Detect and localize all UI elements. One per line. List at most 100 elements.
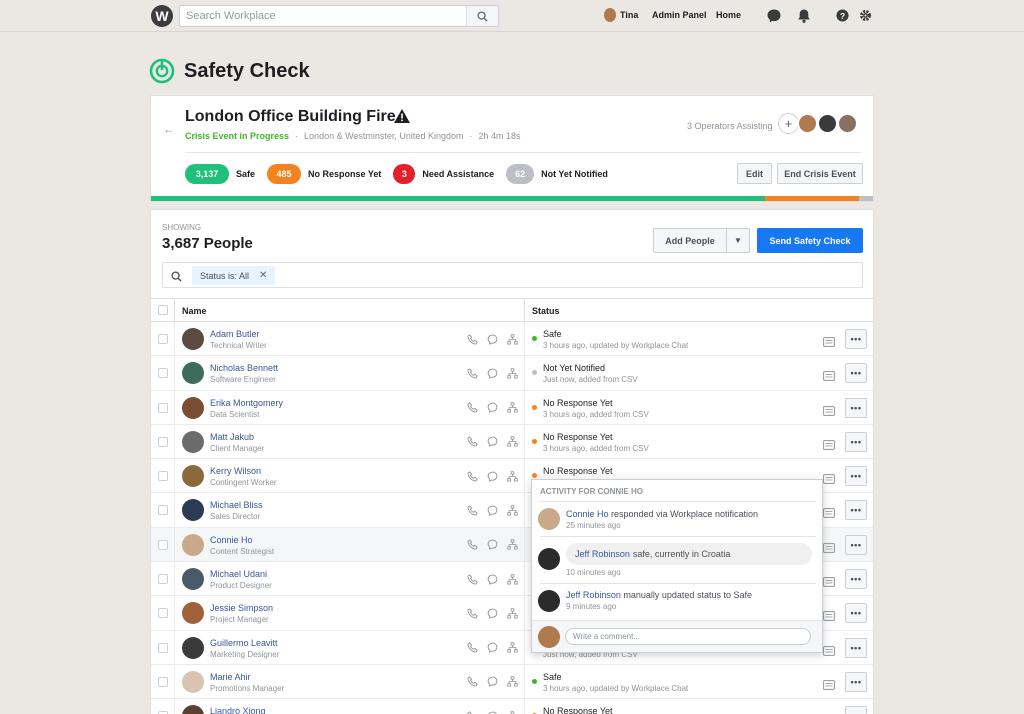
- message-icon[interactable]: [486, 607, 498, 619]
- phone-icon[interactable]: [466, 710, 478, 714]
- org-chart-icon[interactable]: [506, 470, 518, 482]
- table-row[interactable]: Erika Montgomery Data Scientist No Respons…: [151, 390, 873, 425]
- more-options-button[interactable]: •••: [845, 397, 867, 418]
- avatar[interactable]: [182, 533, 204, 556]
- col-status[interactable]: Status: [532, 306, 560, 316]
- count-pill[interactable]: 485: [267, 164, 302, 184]
- row-checkbox[interactable]: [158, 539, 168, 550]
- person-name-link[interactable]: Marie Ahir: [210, 672, 251, 682]
- avatar[interactable]: [182, 636, 204, 659]
- table-row[interactable]: Liandro Xiong No Response Yet •••: [151, 699, 873, 714]
- row-checkbox[interactable]: [158, 505, 168, 516]
- message-icon[interactable]: [486, 470, 498, 482]
- person-name-link[interactable]: Michael Udani: [210, 569, 267, 579]
- nav-home[interactable]: Home: [716, 10, 741, 20]
- org-chart-icon[interactable]: [506, 367, 518, 379]
- org-chart-icon[interactable]: [506, 676, 518, 688]
- message-icon[interactable]: [486, 710, 498, 714]
- person-name-link[interactable]: Liandro Xiong: [210, 706, 266, 714]
- activity-log-icon[interactable]: [823, 403, 835, 421]
- org-chart-icon[interactable]: [506, 333, 518, 345]
- help-icon[interactable]: ?: [834, 7, 851, 24]
- person-name-link[interactable]: Kerry Wilson: [210, 466, 261, 476]
- person-name-link[interactable]: Guillermo Leavitt: [210, 638, 278, 648]
- row-checkbox[interactable]: [158, 436, 168, 447]
- person-name-link[interactable]: Adam Butler: [210, 329, 260, 339]
- avatar[interactable]: [182, 362, 204, 385]
- message-icon[interactable]: [486, 436, 498, 448]
- filter-bar[interactable]: Status is: All ✕: [162, 262, 863, 288]
- activity-user-link[interactable]: Jeff Robinson: [575, 549, 630, 559]
- nav-admin-panel[interactable]: Admin Panel: [652, 10, 707, 20]
- more-options-button[interactable]: •••: [845, 534, 867, 555]
- more-options-button[interactable]: •••: [845, 603, 867, 624]
- activity-log-icon[interactable]: [823, 574, 835, 592]
- activity-log-icon[interactable]: [823, 540, 835, 558]
- more-options-button[interactable]: •••: [845, 671, 867, 692]
- avatar[interactable]: [182, 602, 204, 625]
- org-chart-icon[interactable]: [506, 607, 518, 619]
- gear-icon[interactable]: [857, 7, 874, 24]
- count-pill[interactable]: 3: [393, 164, 416, 184]
- chevron-down-icon[interactable]: ▼: [727, 229, 749, 252]
- person-name-link[interactable]: Jessie Simpson: [210, 603, 273, 613]
- row-checkbox[interactable]: [158, 402, 168, 413]
- table-row[interactable]: Marie Ahir Promotions Manager Safe 3 hours …: [151, 664, 873, 700]
- avatar[interactable]: [182, 328, 204, 350]
- back-arrow-icon[interactable]: ←: [163, 122, 175, 136]
- activity-log-icon[interactable]: [823, 677, 835, 695]
- phone-icon[interactable]: [466, 642, 478, 654]
- count-label[interactable]: Not Yet Notified: [541, 169, 608, 179]
- message-icon[interactable]: [486, 333, 498, 345]
- edit-button[interactable]: Edit: [737, 163, 772, 184]
- table-row[interactable]: Adam Butler Technical Writer Safe 3 hours a…: [151, 322, 873, 357]
- activity-log-icon[interactable]: [823, 505, 835, 523]
- message-icon[interactable]: [486, 539, 498, 551]
- count-label[interactable]: Need Assistance: [422, 169, 494, 179]
- avatar[interactable]: [182, 396, 204, 419]
- org-chart-icon[interactable]: [506, 504, 518, 516]
- activity-user-link[interactable]: Connie Ho: [566, 509, 609, 519]
- workplace-logo[interactable]: W: [151, 5, 173, 27]
- message-icon[interactable]: [486, 367, 498, 379]
- end-crisis-button[interactable]: End Crisis Event: [777, 163, 863, 184]
- org-chart-icon[interactable]: [506, 710, 518, 714]
- more-options-button[interactable]: •••: [845, 500, 867, 521]
- org-chart-icon[interactable]: [506, 436, 518, 448]
- select-all-checkbox[interactable]: [158, 305, 168, 315]
- table-row[interactable]: Nicholas Bennett Software Engineer Not Yet…: [151, 356, 873, 391]
- activity-log-icon[interactable]: [823, 608, 835, 626]
- count-label[interactable]: No Response Yet: [308, 169, 381, 179]
- more-options-button[interactable]: •••: [845, 706, 867, 714]
- phone-icon[interactable]: [466, 573, 478, 585]
- person-name-link[interactable]: Nicholas Bennett: [210, 363, 278, 373]
- row-checkbox[interactable]: [158, 676, 168, 687]
- more-options-button[interactable]: •••: [845, 569, 867, 590]
- avatar[interactable]: [182, 430, 204, 453]
- phone-icon[interactable]: [466, 539, 478, 551]
- send-safety-check-button[interactable]: Send Safety Check: [757, 228, 863, 253]
- avatar[interactable]: [182, 499, 204, 522]
- activity-log-icon[interactable]: [823, 368, 835, 386]
- add-people-label[interactable]: Add People: [654, 229, 727, 252]
- phone-icon[interactable]: [466, 333, 478, 345]
- person-name-link[interactable]: Connie Ho: [210, 535, 253, 545]
- message-icon[interactable]: [486, 402, 498, 414]
- org-chart-icon[interactable]: [506, 642, 518, 654]
- more-options-button[interactable]: •••: [845, 637, 867, 658]
- search-box[interactable]: [179, 5, 499, 27]
- phone-icon[interactable]: [466, 607, 478, 619]
- phone-icon[interactable]: [466, 676, 478, 688]
- search-icon[interactable]: [466, 6, 498, 26]
- phone-icon[interactable]: [466, 367, 478, 379]
- phone-icon[interactable]: [466, 504, 478, 516]
- more-options-button[interactable]: •••: [845, 363, 867, 384]
- count-pill[interactable]: 3,137: [185, 164, 229, 184]
- add-people-button[interactable]: Add People ▼: [653, 228, 750, 253]
- operator-avatar[interactable]: [837, 113, 858, 134]
- more-options-button[interactable]: •••: [845, 431, 867, 452]
- close-icon[interactable]: ✕: [259, 270, 267, 281]
- comment-input[interactable]: Write a comment...: [565, 628, 811, 645]
- phone-icon[interactable]: [466, 470, 478, 482]
- avatar[interactable]: [182, 568, 204, 591]
